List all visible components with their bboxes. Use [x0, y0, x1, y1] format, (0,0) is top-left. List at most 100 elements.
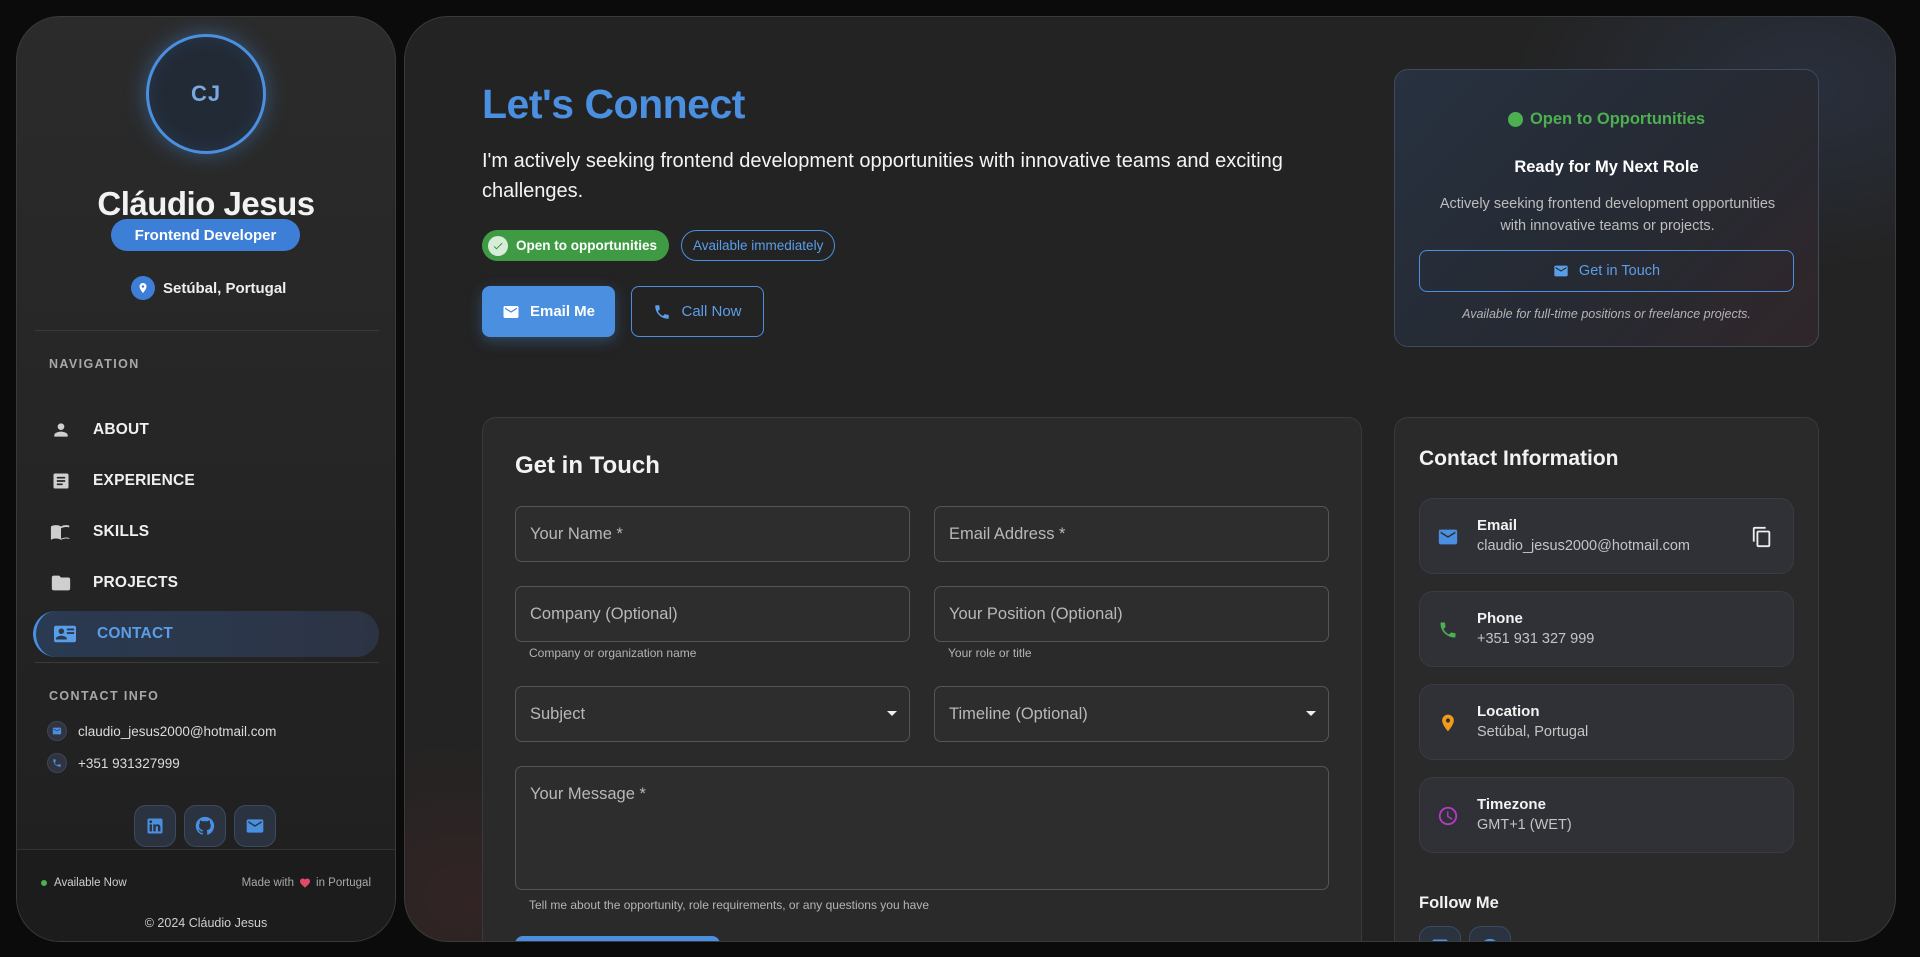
linkedin-button[interactable] — [1419, 926, 1461, 941]
made-with-suffix: in Portugal — [316, 877, 371, 889]
contact-item-value: GMT+1 (WET) — [1477, 817, 1572, 833]
mail-icon — [1553, 263, 1569, 279]
avatar: CJ — [146, 34, 266, 154]
contact-info-label: CONTACT INFO — [49, 689, 160, 703]
contact-item-value: Setúbal, Portugal — [1477, 724, 1589, 740]
email-input[interactable]: Email Address * — [934, 506, 1329, 562]
availability-description: Actively seeking frontend development op… — [1439, 196, 1776, 234]
location-pin-icon — [131, 276, 155, 300]
position-placeholder: Your Position (Optional) — [949, 604, 1123, 623]
nav-item-experience[interactable]: EXPERIENCE — [33, 458, 379, 504]
nav-item-skills[interactable]: SKILLS — [33, 509, 379, 555]
made-with-text: Made with in Portugal — [242, 877, 371, 889]
chip-label: Open to opportunities — [516, 238, 657, 253]
timeline-select[interactable]: Timeline (Optional) — [934, 686, 1329, 742]
profile-location-text: Setúbal, Portugal — [163, 279, 287, 297]
company-placeholder: Company (Optional) — [530, 604, 678, 623]
position-helper-text: Your role or title — [948, 646, 1032, 660]
profile-name: Cláudio Jesus — [97, 185, 315, 222]
subject-select[interactable]: Subject — [515, 686, 910, 742]
page-subtitle: I'm actively seeking frontend developmen… — [482, 150, 1283, 202]
status-dot-icon — [1507, 112, 1523, 127]
person-icon — [49, 418, 73, 442]
sidebar-phone-text: +351 931327999 — [78, 755, 180, 771]
contact-information-card: Contact Information Email claudio_jesus2… — [1394, 417, 1819, 941]
name-placeholder: Your Name * — [530, 524, 623, 543]
nav-item-label: SKILLS — [93, 523, 150, 540]
main-content: Let's Connect I'm actively seeking front… — [404, 16, 1896, 942]
location-pin-icon — [1436, 711, 1460, 735]
nav-item-contact[interactable]: CONTACT — [33, 611, 379, 657]
sidebar-footer: Available Now Made with in Portugal © 20… — [17, 849, 395, 941]
contact-item-phone[interactable]: Phone +351 931 327 999 — [1419, 591, 1794, 667]
availability-indicator: Available Now — [41, 877, 127, 889]
availability-note: Available for full-time positions or fre… — [1462, 307, 1751, 321]
available-immediately-chip: Available immediately — [681, 230, 836, 261]
mail-icon — [47, 721, 67, 741]
sidebar-email[interactable]: claudio_jesus2000@hotmail.com — [47, 721, 276, 741]
phone-icon — [47, 753, 67, 773]
sidebar-phone[interactable]: +351 931327999 — [47, 753, 180, 773]
contact-item-label: Phone — [1477, 610, 1523, 627]
copy-icon[interactable] — [1749, 523, 1775, 551]
linkedin-button[interactable] — [134, 805, 176, 847]
clock-icon — [1436, 804, 1460, 828]
github-icon — [1479, 937, 1501, 941]
page-title: Let's Connect — [482, 81, 745, 127]
company-helper-text: Company or organization name — [529, 646, 697, 660]
contact-item-label: Location — [1477, 703, 1540, 720]
chevron-down-icon — [1306, 711, 1316, 716]
contact-item-email[interactable]: Email claudio_jesus2000@hotmail.com — [1419, 498, 1794, 574]
nav-item-about[interactable]: ABOUT — [33, 407, 379, 453]
name-input[interactable]: Your Name * — [515, 506, 910, 562]
availability-status-text: Open to Opportunities — [1529, 110, 1706, 128]
contact-item-timezone[interactable]: Timezone GMT+1 (WET) — [1419, 777, 1794, 853]
contact-item-label: Timezone — [1477, 796, 1546, 813]
message-helper-text: Tell me about the opportunity, role requ… — [529, 898, 930, 912]
follow-me-title: Follow Me — [1419, 894, 1499, 912]
sidebar: CJ Cláudio Jesus Frontend Developer Setú… — [16, 16, 396, 942]
social-links — [134, 805, 276, 847]
position-input[interactable]: Your Position (Optional) — [934, 586, 1329, 642]
role-badge: Frontend Developer — [111, 219, 300, 251]
button-label: Email Me — [529, 303, 596, 320]
sidebar-email-text: claudio_jesus2000@hotmail.com — [78, 723, 277, 739]
status-dot-icon — [41, 880, 47, 886]
mail-icon — [1436, 525, 1460, 549]
book-icon — [49, 520, 73, 544]
button-label: Get in Touch — [1578, 263, 1661, 279]
mail-icon — [245, 816, 265, 836]
call-now-button[interactable]: Call Now — [631, 286, 764, 337]
email-me-button[interactable]: Email Me — [482, 286, 615, 337]
submit-button[interactable] — [515, 936, 720, 941]
contact-item-value: +351 931 327 999 — [1477, 631, 1595, 647]
availability-status: Open to Opportunities — [1395, 110, 1818, 129]
divider — [35, 662, 379, 663]
contact-item-value: claudio_jesus2000@hotmail.com — [1477, 538, 1691, 554]
get-in-touch-button[interactable]: Get in Touch — [1419, 250, 1794, 292]
follow-links — [1419, 926, 1511, 941]
github-button[interactable] — [184, 805, 226, 847]
nav-item-projects[interactable]: PROJECTS — [33, 560, 379, 606]
check-icon — [488, 235, 508, 256]
github-button[interactable] — [1469, 926, 1511, 941]
linkedin-icon — [1430, 937, 1450, 941]
availability-text: Available Now — [54, 877, 127, 889]
profile-location: Setúbal, Portugal — [131, 275, 286, 301]
heart-icon — [299, 877, 311, 889]
message-placeholder: Your Message * — [530, 785, 646, 803]
linkedin-icon — [145, 816, 165, 836]
contact-item-label: Email — [1477, 517, 1518, 534]
message-textarea[interactable]: Your Message * — [515, 766, 1329, 890]
chevron-down-icon — [887, 711, 897, 716]
copyright: © 2024 Cláudio Jesus — [144, 916, 268, 930]
company-input[interactable]: Company (Optional) — [515, 586, 910, 642]
github-icon — [194, 815, 216, 837]
contact-information-title: Contact Information — [1419, 447, 1619, 470]
availability-title: Ready for My Next Role — [1514, 158, 1699, 176]
form-title: Get in Touch — [515, 452, 660, 479]
email-social-button[interactable] — [234, 805, 276, 847]
contact-item-location[interactable]: Location Setúbal, Portugal — [1419, 684, 1794, 760]
open-to-opportunities-chip: Open to opportunities — [482, 230, 669, 261]
email-placeholder: Email Address * — [949, 524, 1066, 543]
